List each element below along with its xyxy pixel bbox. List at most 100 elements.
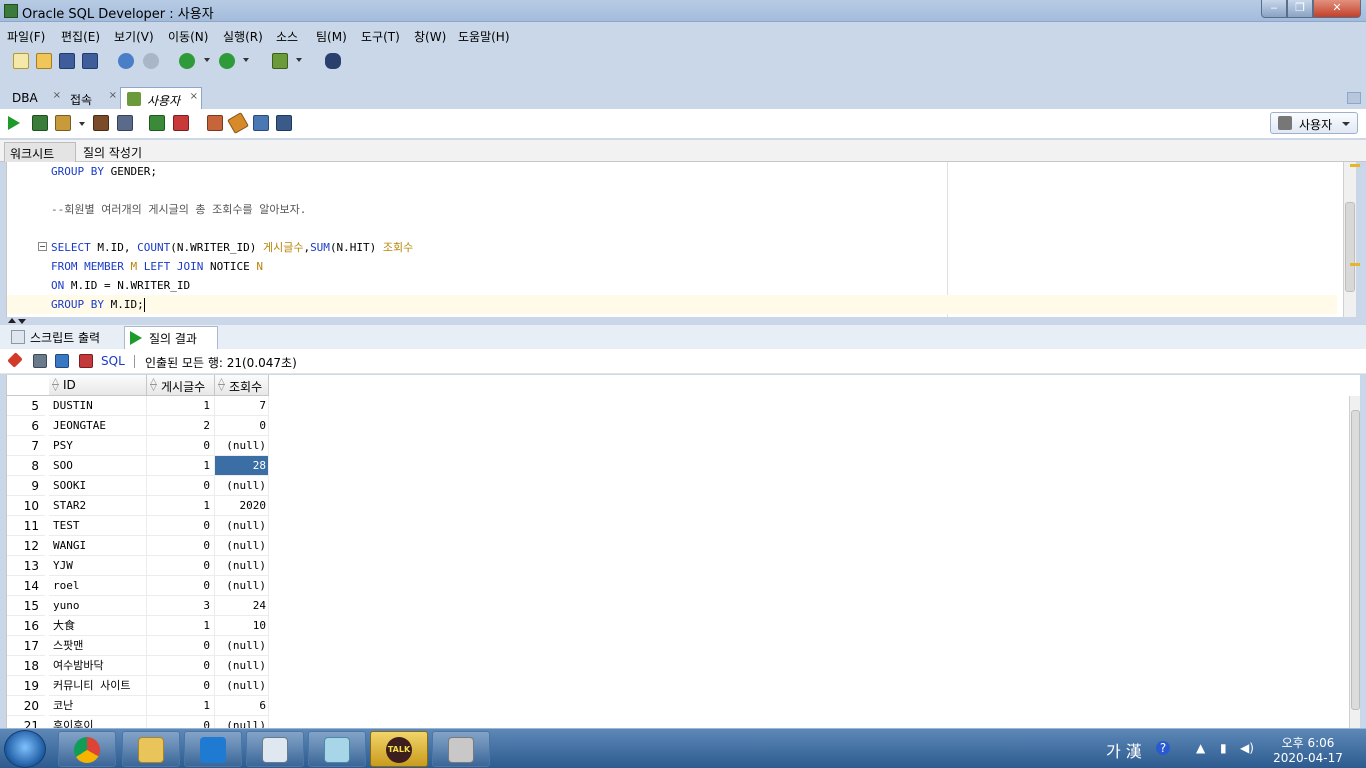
- tab-dba[interactable]: DBA ×: [6, 87, 64, 109]
- explain-plan-icon[interactable]: [93, 115, 109, 131]
- clock-time[interactable]: 오후 6:06: [1280, 734, 1336, 751]
- warning-marker[interactable]: [1350, 164, 1360, 167]
- sql-worksheet-icon[interactable]: [272, 53, 288, 69]
- menu-run[interactable]: 실행(R): [223, 28, 263, 45]
- tab-close-icon[interactable]: ×: [53, 90, 61, 101]
- cell-post-count[interactable]: 0: [147, 576, 215, 596]
- cell-hit-count[interactable]: (null): [215, 676, 269, 696]
- forward-dropdown-icon[interactable]: [243, 58, 249, 62]
- tab-query-builder[interactable]: 질의 작성기: [78, 142, 158, 162]
- help-icon[interactable]: ?: [1156, 741, 1170, 755]
- new-file-icon[interactable]: [13, 53, 29, 69]
- row-number[interactable]: 7: [7, 436, 45, 456]
- connection-selector[interactable]: 사용자: [1270, 112, 1358, 134]
- minimize-button[interactable]: ‒: [1261, 0, 1287, 18]
- cell-id[interactable]: STAR2: [49, 496, 147, 516]
- row-number[interactable]: 9: [7, 476, 45, 496]
- row-number[interactable]: 17: [7, 636, 45, 656]
- cell-id[interactable]: 커뮤니티 사이트: [49, 676, 147, 696]
- rollback-icon[interactable]: [173, 115, 189, 131]
- cell-hit-count[interactable]: (null): [215, 536, 269, 556]
- cell-id[interactable]: SOOKI: [49, 476, 147, 496]
- cell-id[interactable]: TEST: [49, 516, 147, 536]
- table-row[interactable]: 21 후이후이 0 (null): [7, 716, 269, 728]
- back-icon[interactable]: [179, 53, 195, 69]
- taskbar-notepad[interactable]: [308, 731, 366, 767]
- cell-hit-count[interactable]: 6: [215, 696, 269, 716]
- table-row[interactable]: 18 여수밤바닥 0 (null): [7, 656, 269, 676]
- clock-date[interactable]: 2020-04-17: [1272, 751, 1344, 765]
- ime-indicator[interactable]: 가 漢: [1106, 738, 1142, 762]
- menu-navigate[interactable]: 이동(N): [168, 28, 208, 45]
- commit-check-icon[interactable]: [149, 115, 165, 131]
- cell-hit-count[interactable]: 28: [215, 456, 269, 476]
- cell-hit-count[interactable]: 10: [215, 616, 269, 636]
- autotrace-icon[interactable]: [117, 115, 133, 131]
- cell-hit-count[interactable]: (null): [215, 636, 269, 656]
- open-folder-icon[interactable]: [36, 53, 52, 69]
- cell-hit-count[interactable]: 2020: [215, 496, 269, 516]
- menu-view[interactable]: 보기(V): [114, 28, 154, 45]
- row-number[interactable]: 16: [7, 616, 45, 636]
- expand-down-icon[interactable]: [18, 319, 26, 324]
- start-button[interactable]: [4, 730, 46, 768]
- save-icon[interactable]: [59, 53, 75, 69]
- menu-help[interactable]: 도움말(H): [458, 28, 510, 45]
- warning-marker[interactable]: [1350, 263, 1360, 266]
- cell-hit-count[interactable]: 24: [215, 596, 269, 616]
- tab-connections[interactable]: 접속 ×: [64, 87, 120, 109]
- undo-icon[interactable]: [118, 53, 134, 69]
- cell-id[interactable]: 大食: [49, 616, 147, 636]
- result-grid[interactable]: △ ▽ ID △ ▽ 게시글수 △ ▽ 조회수 5 DUSTIN 1 7 6 JEONGTAE 2…: [6, 375, 1360, 728]
- binoculars-icon[interactable]: [325, 53, 341, 69]
- menu-source[interactable]: 소스: [276, 28, 298, 45]
- sql-history-icon[interactable]: [253, 115, 269, 131]
- taskbar-vscode[interactable]: [184, 731, 242, 767]
- table-row[interactable]: 17 스팟맨 0 (null): [7, 636, 269, 656]
- tab-query-result[interactable]: 질의 결과 ×: [124, 326, 218, 361]
- table-row[interactable]: 14 roel 0 (null): [7, 576, 269, 596]
- menu-file[interactable]: 파일(F): [7, 28, 45, 45]
- grid-scrollbar-thumb[interactable]: [1351, 410, 1360, 710]
- cell-id[interactable]: JEONGTAE: [49, 416, 147, 436]
- row-number[interactable]: 12: [7, 536, 45, 556]
- tab-worksheet[interactable]: 워크시트: [4, 142, 76, 162]
- save-all-icon[interactable]: [82, 53, 98, 69]
- table-row[interactable]: 5 DUSTIN 1 7: [7, 396, 269, 416]
- pin-icon[interactable]: [7, 352, 23, 368]
- cell-id[interactable]: yuno: [49, 596, 147, 616]
- cell-post-count[interactable]: 0: [147, 636, 215, 656]
- show-hidden-icons-icon[interactable]: ▲: [1196, 741, 1210, 755]
- row-number[interactable]: 6: [7, 416, 45, 436]
- close-button[interactable]: ✕: [1313, 0, 1361, 18]
- cell-post-count[interactable]: 1: [147, 396, 215, 416]
- cell-post-count[interactable]: 0: [147, 476, 215, 496]
- column-header-id[interactable]: △ ▽ ID: [49, 375, 147, 396]
- commit-dropdown-icon[interactable]: [79, 122, 85, 126]
- code-line[interactable]: FROM MEMBER M LEFT JOIN NOTICE N: [51, 257, 263, 276]
- taskbar-explorer[interactable]: [122, 731, 180, 767]
- cell-post-count[interactable]: 1: [147, 496, 215, 516]
- sql-tuning-icon[interactable]: [207, 115, 223, 131]
- grid-scrollbar[interactable]: [1349, 396, 1360, 728]
- editor-scrollbar-thumb[interactable]: [1345, 202, 1355, 292]
- commit-icon[interactable]: [55, 115, 71, 131]
- cell-hit-count[interactable]: (null): [215, 476, 269, 496]
- cell-id[interactable]: SOO: [49, 456, 147, 476]
- fold-toggle-icon[interactable]: −: [38, 242, 47, 251]
- cell-hit-count[interactable]: (null): [215, 656, 269, 676]
- sql-link[interactable]: SQL: [101, 354, 125, 368]
- row-number[interactable]: 8: [7, 456, 45, 476]
- editor-scrollbar[interactable]: [1343, 162, 1356, 317]
- cell-hit-count[interactable]: (null): [215, 716, 269, 728]
- cell-post-count[interactable]: 0: [147, 676, 215, 696]
- table-row[interactable]: 15 yuno 3 24: [7, 596, 269, 616]
- menu-team[interactable]: 팀(M): [316, 28, 347, 45]
- cell-id[interactable]: 후이후이: [49, 716, 147, 728]
- cell-hit-count[interactable]: (null): [215, 556, 269, 576]
- cell-post-count[interactable]: 1: [147, 456, 215, 476]
- row-number[interactable]: 11: [7, 516, 45, 536]
- cell-post-count[interactable]: 3: [147, 596, 215, 616]
- row-number[interactable]: 14: [7, 576, 45, 596]
- table-row[interactable]: 19 커뮤니티 사이트 0 (null): [7, 676, 269, 696]
